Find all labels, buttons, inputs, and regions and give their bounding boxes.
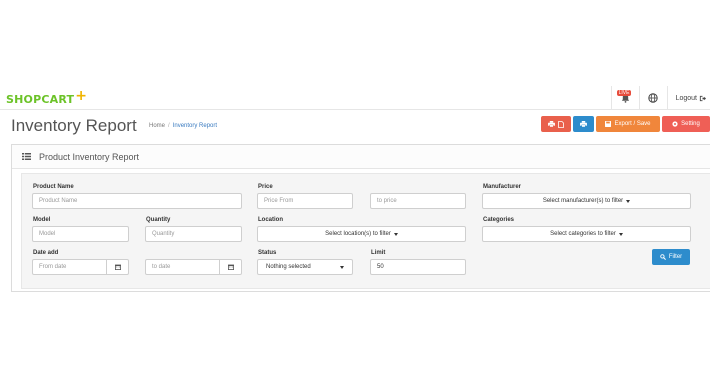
categories-label: Categories (483, 217, 515, 223)
location-select-value: Select location(s) to filter (325, 231, 391, 237)
model-input[interactable]: Model (32, 226, 129, 242)
search-icon (660, 254, 666, 260)
page-title: Inventory Report (11, 116, 137, 135)
quantity-label: Quantity (146, 217, 171, 223)
language-button[interactable] (638, 86, 667, 110)
filter-button[interactable]: Filter (652, 249, 690, 265)
price-from-input[interactable]: Price From (257, 193, 353, 209)
date-to-calendar-button[interactable] (220, 259, 242, 275)
setting-label: Setting (681, 121, 700, 127)
product-name-label: Product Name (33, 184, 74, 190)
caret-down-icon (618, 232, 623, 236)
logout-label: Logout (675, 94, 697, 102)
quantity-input[interactable]: Quantity (145, 226, 242, 242)
date-to-input[interactable]: to date (145, 259, 220, 275)
list-icon (22, 153, 31, 160)
export-save-label: Export / Save (614, 121, 651, 127)
globe-icon (648, 93, 658, 103)
save-icon (605, 121, 612, 127)
breadcrumb: Home / Inventory Report (149, 123, 217, 129)
brand-plus: + (75, 88, 88, 104)
status-select-value: Nothing selected (266, 264, 311, 270)
caret-down-icon (393, 232, 398, 236)
price-label: Price (258, 184, 273, 190)
top-right-menu: LIVE Logout (610, 86, 710, 110)
categories-select[interactable]: Select categories to filter (482, 226, 691, 242)
limit-input[interactable]: 50 (370, 259, 466, 275)
sign-out-icon (699, 95, 706, 101)
model-label: Model (33, 217, 51, 223)
panel-heading: Product Inventory Report (12, 145, 710, 169)
caret-down-icon (626, 199, 631, 203)
calendar-icon (114, 264, 121, 270)
limit-label: Limit (371, 250, 386, 256)
caret-down-icon (340, 265, 344, 269)
price-to-input[interactable]: to price (370, 193, 466, 209)
breadcrumb-current[interactable]: Inventory Report (173, 123, 217, 129)
app-window: SHOPCART+ LIVE Logout Inventory Report H… (0, 0, 710, 380)
print-icon (580, 121, 587, 127)
manufacturer-label: Manufacturer (483, 184, 522, 190)
brand-name: SHOPCART (6, 93, 75, 106)
location-select[interactable]: Select location(s) to filter (257, 226, 466, 242)
export-save-button[interactable]: Export / Save (596, 116, 660, 132)
print-button[interactable] (573, 116, 594, 132)
report-panel: Product Inventory Report Product Name Pr… (11, 144, 710, 292)
product-name-input[interactable]: Product Name (32, 193, 242, 209)
file-pdf-icon (558, 120, 564, 128)
header-actions: Export / Save Setting (541, 116, 710, 132)
logout-button[interactable]: Logout (666, 86, 710, 110)
page-header: Inventory Report Home / Inventory Report E… (0, 110, 710, 144)
breadcrumb-separator: / (168, 123, 170, 129)
date-from-calendar-button[interactable] (107, 259, 129, 275)
print-pdf-button[interactable] (541, 116, 571, 132)
date-add-label: Date add (33, 250, 59, 256)
date-from-input[interactable]: From date (32, 259, 107, 275)
brand-logo[interactable]: SHOPCART+ (6, 88, 88, 107)
gear-icon (672, 121, 678, 127)
status-select[interactable]: Nothing selected (257, 259, 353, 275)
status-label: Status (258, 250, 277, 256)
filter-label: Filter (668, 254, 683, 260)
panel-title: Product Inventory Report (39, 151, 140, 162)
categories-select-value: Select categories to filter (550, 231, 616, 237)
notifications-button[interactable]: LIVE (610, 86, 639, 110)
manufacturer-select-value: Select manufacturer(s) to filter (542, 198, 624, 204)
breadcrumb-home[interactable]: Home (149, 123, 165, 129)
calendar-icon (227, 264, 234, 270)
manufacturer-select[interactable]: Select manufacturer(s) to filter (482, 193, 691, 209)
top-bar: SHOPCART+ LIVE Logout (0, 86, 710, 110)
print-icon (548, 121, 555, 127)
notification-badge: LIVE (616, 90, 632, 96)
location-label: Location (258, 217, 283, 223)
filter-form: Product Name Product Name Price Price Fr… (21, 173, 710, 289)
setting-button[interactable]: Setting (662, 116, 710, 132)
